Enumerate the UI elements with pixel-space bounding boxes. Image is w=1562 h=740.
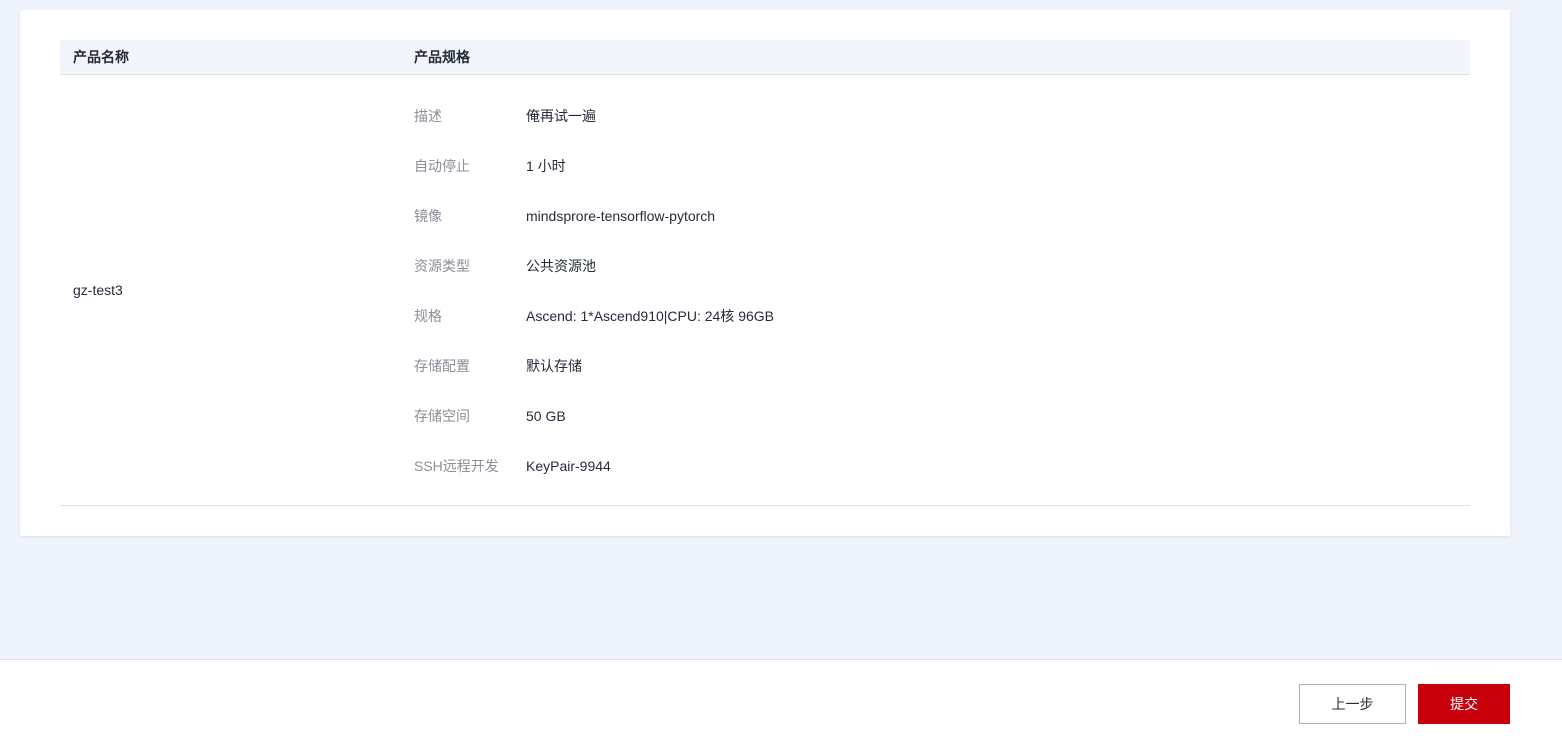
spec-row-ssh: SSH远程开发 KeyPair-9944 [414, 441, 774, 491]
product-name-cell: gz-test3 [60, 75, 400, 505]
product-spec-cell: 描述 俺再试一遍 自动停止 1 小时 镜像 mindsprore-tensorf… [400, 75, 774, 505]
table-header: 产品名称 产品规格 [60, 40, 1470, 75]
confirm-card: 产品名称 产品规格 gz-test3 描述 俺再试一遍 自动停止 1 小时 镜像… [20, 10, 1510, 536]
previous-step-button[interactable]: 上一步 [1299, 684, 1406, 724]
spec-row-flavor: 规格 Ascend: 1*Ascend910|CPU: 24核 96GB [414, 291, 774, 341]
footer-bar: 上一步 提交 [0, 659, 1562, 740]
submit-button[interactable]: 提交 [1418, 684, 1510, 724]
spec-value: mindsprore-tensorflow-pytorch [526, 208, 716, 224]
spec-row-storage-config: 存储配置 默认存储 [414, 341, 774, 391]
spec-label: 存储配置 [414, 358, 470, 374]
spec-label: SSH远程开发 [414, 458, 499, 474]
spec-row-description: 描述 俺再试一遍 [414, 91, 774, 141]
spec-value: 50 GB [526, 408, 566, 424]
spec-label: 自动停止 [414, 158, 470, 174]
spec-label: 存储空间 [414, 408, 470, 424]
spec-value: 公共资源池 [526, 258, 596, 274]
spec-label: 描述 [414, 108, 442, 124]
product-name: gz-test3 [73, 282, 123, 298]
spec-value: 俺再试一遍 [526, 108, 596, 124]
header-product-name: 产品名称 [73, 49, 129, 65]
spec-row-image: 镜像 mindsprore-tensorflow-pytorch [414, 191, 774, 241]
spec-row-storage-size: 存储空间 50 GB [414, 391, 774, 441]
spec-label: 镜像 [414, 208, 442, 224]
spec-value: Ascend: 1*Ascend910|CPU: 24核 96GB [526, 308, 775, 324]
spec-value: KeyPair-9944 [526, 458, 611, 474]
spec-label: 规格 [414, 308, 442, 324]
table-row: gz-test3 描述 俺再试一遍 自动停止 1 小时 镜像 mindspror… [60, 75, 1470, 506]
spec-value: 默认存储 [526, 358, 582, 374]
product-table: 产品名称 产品规格 gz-test3 描述 俺再试一遍 自动停止 1 小时 镜像… [60, 40, 1470, 506]
spec-row-auto-stop: 自动停止 1 小时 [414, 141, 774, 191]
spec-label: 资源类型 [414, 258, 470, 274]
spec-row-resource-type: 资源类型 公共资源池 [414, 241, 774, 291]
header-product-spec: 产品规格 [414, 49, 470, 65]
spec-value: 1 小时 [526, 158, 566, 174]
